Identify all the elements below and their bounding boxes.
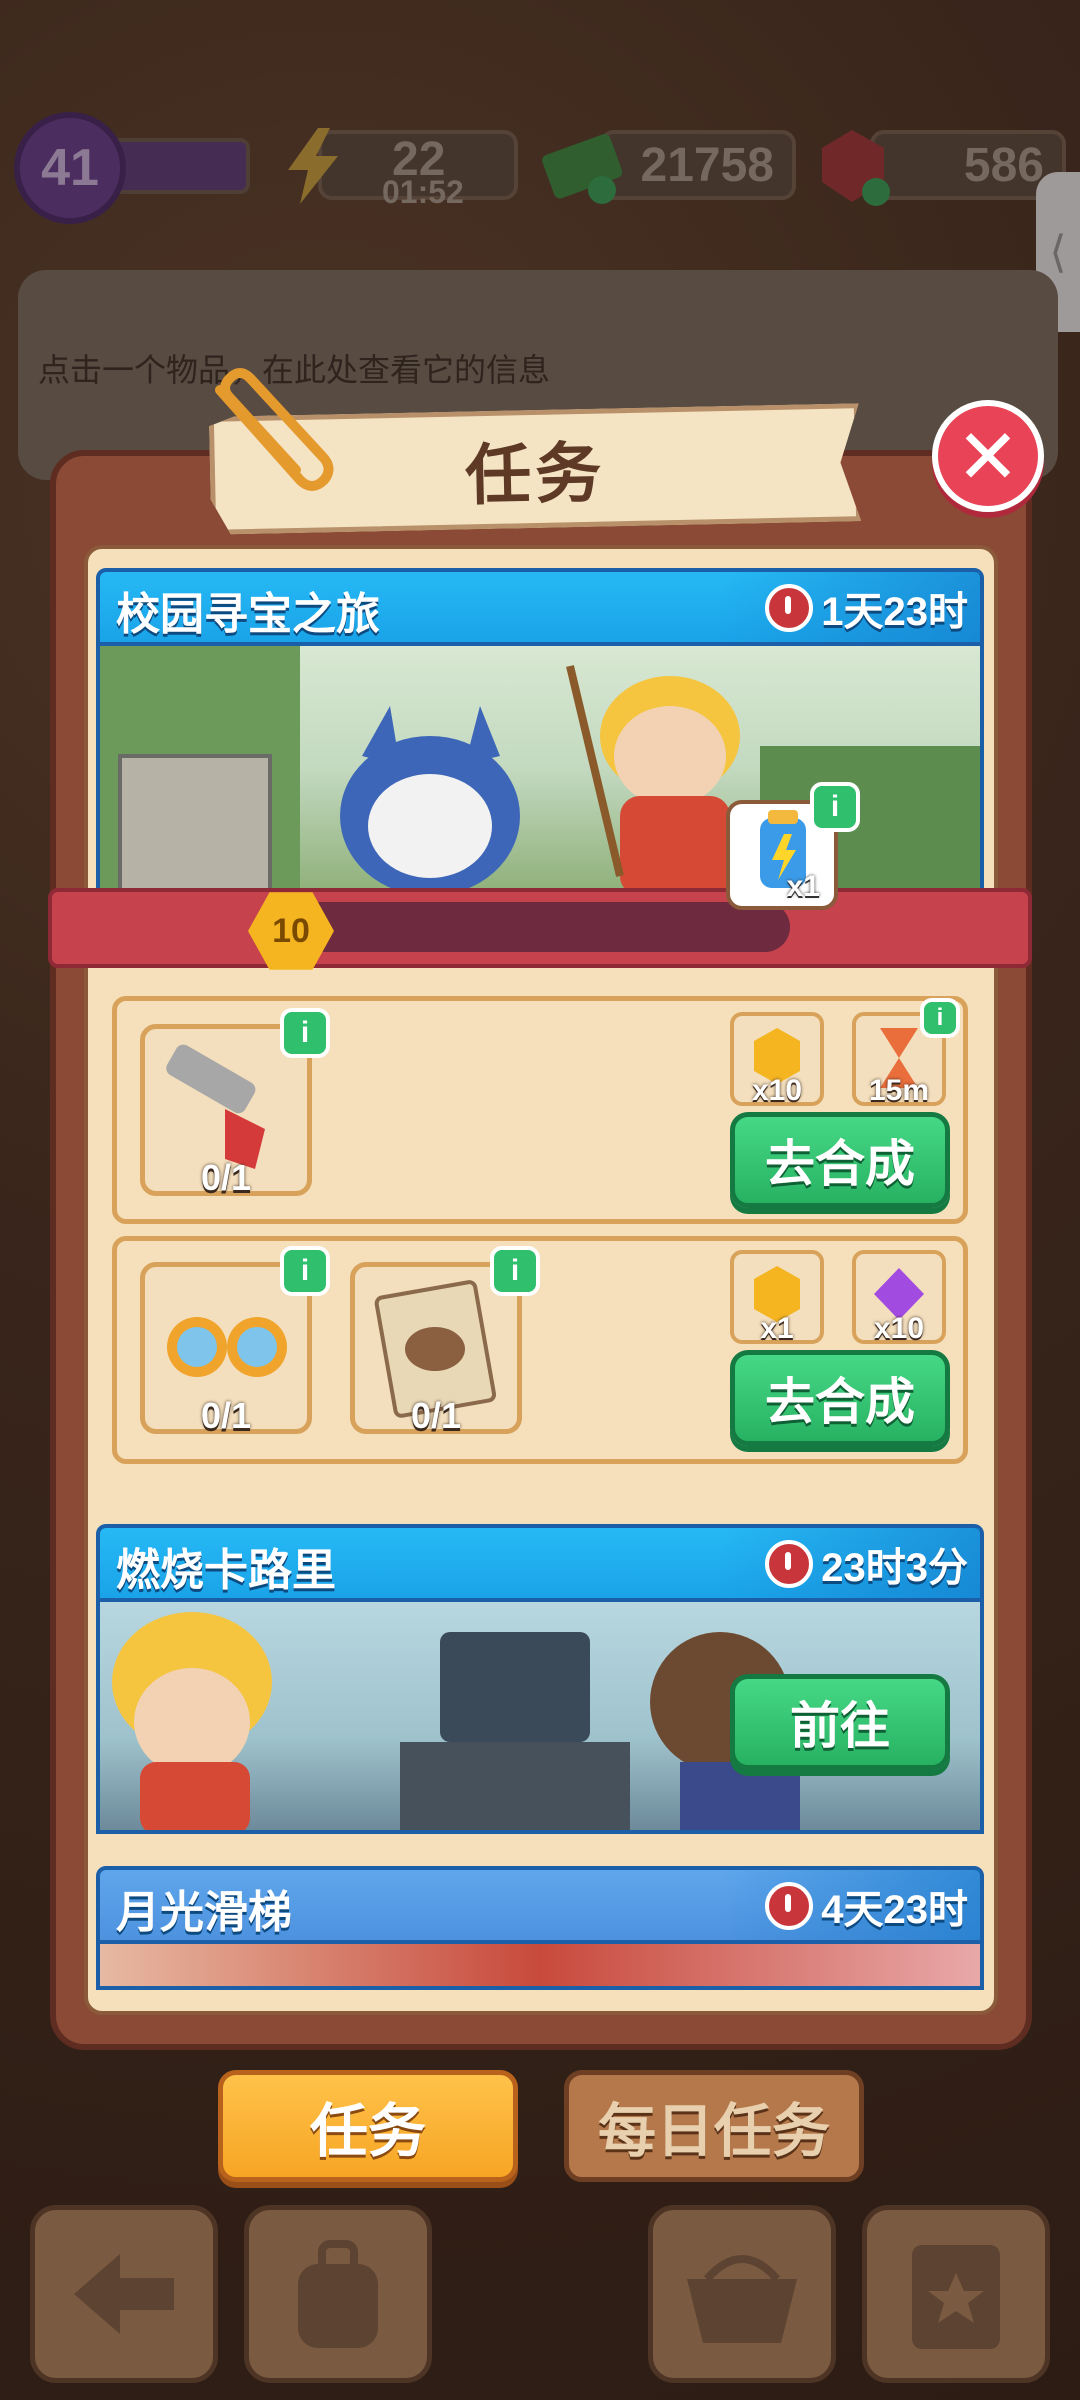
reward-count: 15m — [868, 1074, 930, 1107]
task-timer: 1天23时 — [765, 578, 968, 638]
task-timer-text: 4天23时 — [821, 1888, 968, 1932]
backpack-icon — [298, 2240, 378, 2348]
clipboard-star-icon — [912, 2245, 1000, 2349]
clipboard-button[interactable] — [862, 2205, 1050, 2383]
go-merge-button[interactable]: 去合成 — [730, 1112, 950, 1208]
clock-icon — [765, 1882, 814, 1930]
reward-slot[interactable]: x10 — [852, 1250, 946, 1345]
backpack-button[interactable] — [244, 2205, 432, 2383]
item-progress: 0/1 — [410, 1395, 462, 1436]
basket-icon — [687, 2255, 797, 2343]
back-arrow-icon — [74, 2254, 174, 2334]
reward-count: x10 — [751, 1074, 803, 1107]
item-progress: 0/1 — [200, 1157, 252, 1198]
clock-icon — [765, 584, 814, 632]
task-header[interactable]: 燃烧卡路里 23时3分 — [96, 1524, 984, 1602]
chest-reward-count: x1 — [786, 870, 820, 903]
task-timer: 23时3分 — [765, 1534, 968, 1594]
task-illustration-campus — [96, 646, 984, 896]
item-info-button[interactable]: i — [490, 1246, 540, 1296]
progress-track — [258, 902, 790, 952]
task-timer-text: 23时3分 — [821, 1546, 968, 1590]
shop-basket-button[interactable] — [648, 2205, 836, 2383]
back-button[interactable] — [30, 2205, 218, 2383]
task-illustration-slide — [96, 1944, 984, 1990]
task-timer: 4天23时 — [765, 1876, 968, 1936]
reward-count: x10 — [873, 1312, 925, 1345]
reward-slot[interactable]: x10 — [730, 1012, 824, 1107]
item-info-button[interactable]: i — [280, 1246, 330, 1296]
modal-title: 任务 — [464, 435, 606, 513]
item-progress: 0/1 — [200, 1395, 252, 1436]
task-header[interactable]: 月光滑梯 4天23时 — [96, 1866, 984, 1944]
go-to-button[interactable]: 前往 — [730, 1674, 950, 1770]
tab-daily-tasks[interactable]: 每日任务 — [564, 2070, 864, 2182]
tab-tasks[interactable]: 任务 — [218, 2070, 518, 2182]
task-title: 燃烧卡路里 — [116, 1546, 336, 1595]
clock-icon — [765, 1540, 814, 1588]
item-info-button[interactable]: i — [280, 1008, 330, 1058]
chest-info-button[interactable]: i — [810, 782, 860, 832]
task-header[interactable]: 校园寻宝之旅 1天23时 — [96, 568, 984, 646]
close-button[interactable]: ✕ — [932, 400, 1044, 512]
reward-slot[interactable]: x1 — [730, 1250, 824, 1345]
paperclip-icon — [200, 360, 340, 500]
go-merge-button[interactable]: 去合成 — [730, 1350, 950, 1446]
task-title: 月光滑梯 — [116, 1888, 292, 1937]
reward-info-button[interactable]: i — [920, 998, 960, 1038]
reward-count: x1 — [760, 1312, 794, 1345]
task-timer-text: 1天23时 — [821, 590, 968, 634]
task-title: 校园寻宝之旅 — [116, 590, 380, 639]
